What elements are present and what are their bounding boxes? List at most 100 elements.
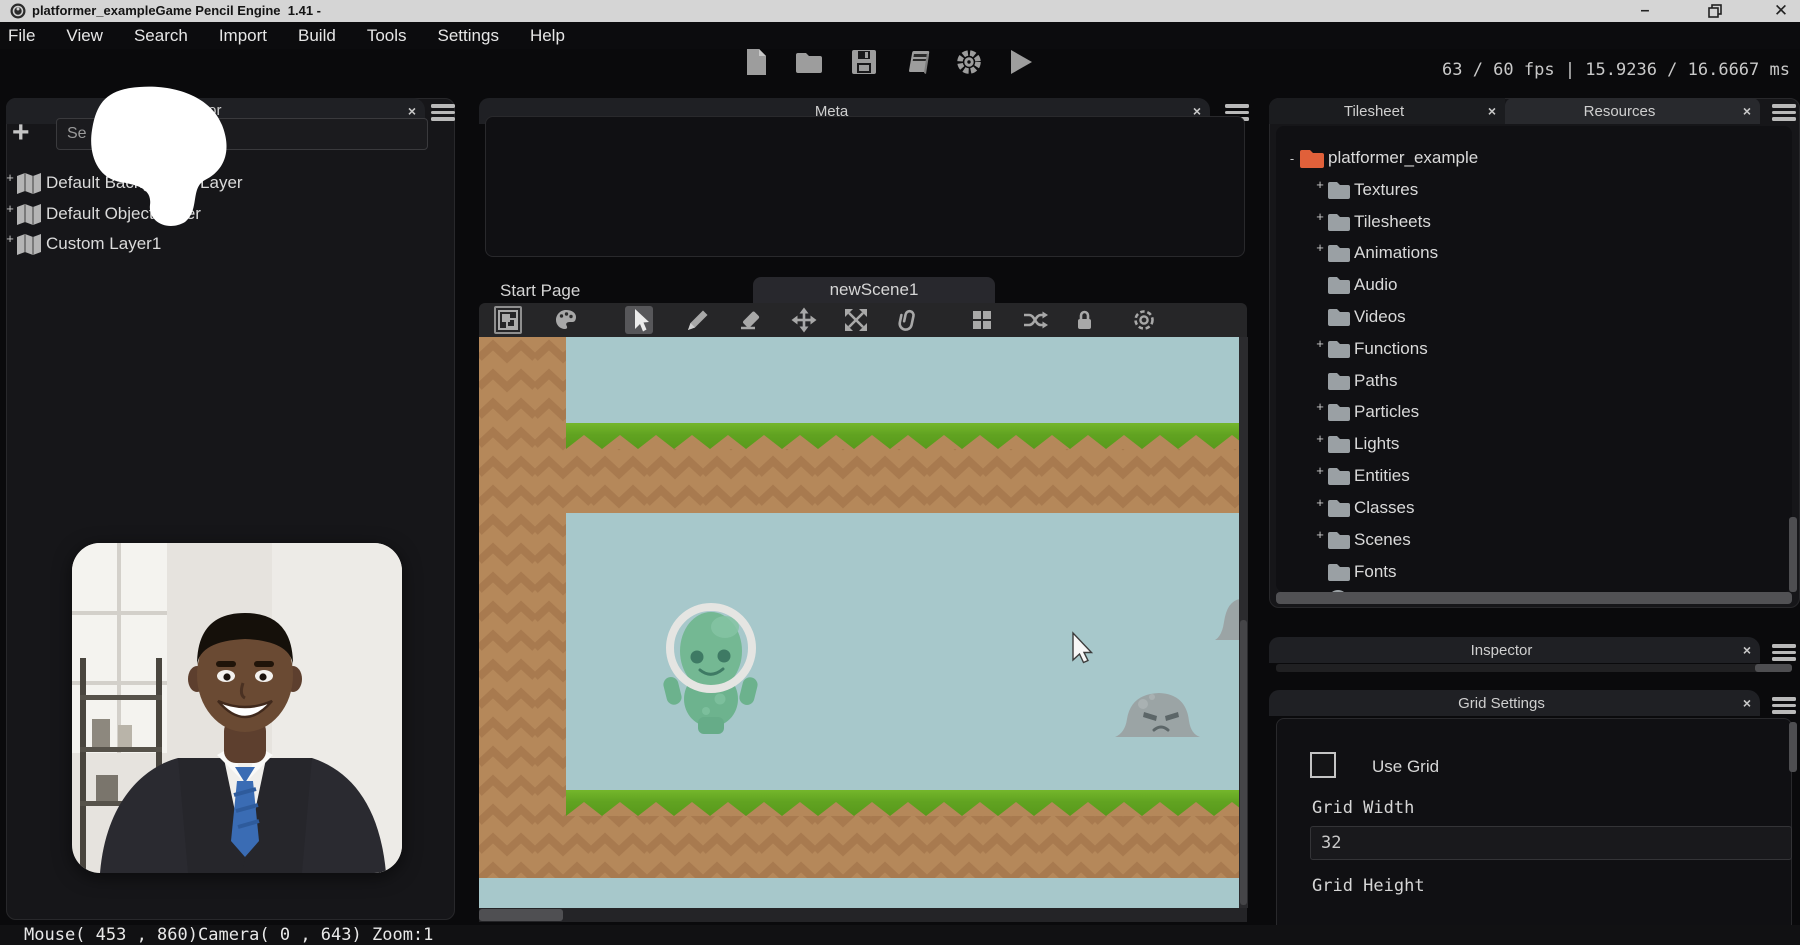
scene-canvas[interactable]	[479, 337, 1240, 908]
webcam-overlay	[72, 543, 402, 873]
expand-icon[interactable]: +	[4, 201, 16, 216]
scene-canvas-icon	[497, 309, 519, 331]
menu-settings[interactable]: Settings	[438, 26, 499, 46]
resources-hscrollbar[interactable]	[1276, 592, 1792, 604]
tree-item[interactable]: + Functions	[1314, 336, 1428, 362]
expand-icon[interactable]: +	[4, 170, 16, 185]
grid-vscrollbar-thumb[interactable]	[1789, 722, 1797, 772]
tiles-tool[interactable]	[968, 306, 996, 334]
tree-item[interactable]: Paths	[1314, 368, 1397, 394]
gear-outline-icon	[1131, 307, 1157, 333]
scene-canvas-tool[interactable]	[494, 306, 522, 334]
use-grid-checkbox[interactable]	[1310, 752, 1336, 778]
resources-vscrollbar-thumb[interactable]	[1789, 517, 1797, 592]
resources-menu-icon[interactable]	[1772, 101, 1796, 124]
tab-newscene1[interactable]: newScene1	[753, 277, 995, 303]
layer-editor-close-icon[interactable]: ×	[399, 103, 425, 119]
play-icon	[1008, 48, 1034, 76]
cursor-icon	[626, 307, 652, 333]
close-icon: ✕	[1774, 1, 1788, 21]
tree-item[interactable]: + Particles	[1314, 399, 1419, 425]
meta-text-area[interactable]	[485, 116, 1245, 257]
tab-start-page[interactable]: Start Page	[500, 281, 580, 301]
gear-icon	[955, 48, 983, 76]
grid-settings-menu-icon[interactable]	[1772, 694, 1796, 717]
new-file-icon	[742, 47, 770, 77]
tab-tilesheet[interactable]: Tilesheet ×	[1269, 98, 1505, 124]
move-tool[interactable]	[790, 306, 818, 334]
resources-close-icon[interactable]: ×	[1734, 103, 1760, 119]
tree-item[interactable]: + Lights	[1314, 431, 1399, 457]
canvas-hscrollbar-thumb[interactable]	[479, 909, 563, 921]
menu-import[interactable]: Import	[219, 26, 267, 46]
folder-icon	[1326, 561, 1352, 583]
canvas-hscrollbar[interactable]	[479, 908, 1247, 922]
folder-icon	[1326, 433, 1352, 455]
menu-file[interactable]: File	[8, 26, 35, 46]
app-window: platformer_exampleGame Pencil Engine 1.4…	[0, 0, 1800, 945]
pencil-tool[interactable]	[684, 306, 712, 334]
tree-item[interactable]: Audio	[1314, 272, 1397, 298]
expand-icon[interactable]: +	[4, 231, 16, 246]
inspector-hscrollbar-thumb[interactable]	[1755, 664, 1792, 672]
grid-settings-close-icon[interactable]: ×	[1734, 695, 1760, 711]
open-folder-button[interactable]	[793, 46, 825, 78]
grid-height-label: Grid Height	[1312, 876, 1425, 896]
attach-tool[interactable]	[894, 306, 922, 334]
shuffle-icon	[1021, 307, 1048, 333]
lock-tool[interactable]	[1070, 306, 1098, 334]
shuffle-tool[interactable]	[1020, 306, 1048, 334]
project-folder-icon	[1298, 146, 1326, 170]
docs-book-icon	[901, 48, 931, 76]
run-play-button[interactable]	[1005, 46, 1037, 78]
resize-tool[interactable]	[842, 306, 870, 334]
tree-item[interactable]: + Tilesheets	[1314, 209, 1431, 235]
inspector-close-icon[interactable]: ×	[1734, 642, 1760, 658]
tree-item[interactable]: Videos	[1314, 304, 1406, 330]
menu-build[interactable]: Build	[298, 26, 336, 46]
inspector-hscrollbar[interactable]	[1276, 664, 1792, 672]
menu-help[interactable]: Help	[530, 26, 565, 46]
new-file-button[interactable]	[740, 46, 772, 78]
tab-resources[interactable]: Resources ×	[1505, 98, 1760, 124]
add-layer-button[interactable]: +	[12, 118, 30, 148]
grid-width-input[interactable]	[1310, 826, 1792, 860]
tilesheet-close-icon[interactable]: ×	[1479, 103, 1505, 119]
tree-item-project[interactable]: - platformer_example	[1286, 145, 1478, 171]
tree-item[interactable]: + Scenes	[1314, 527, 1411, 553]
save-icon	[850, 48, 878, 76]
eraser-icon	[737, 307, 763, 333]
tree-item[interactable]: + Textures	[1314, 177, 1418, 203]
inspector-menu-icon[interactable]	[1772, 641, 1796, 664]
palette-tool[interactable]	[552, 306, 580, 334]
tiles-icon	[969, 307, 995, 333]
close-window-button[interactable]: ✕	[1766, 2, 1796, 20]
menu-tools[interactable]: Tools	[367, 26, 407, 46]
menu-view[interactable]: View	[66, 26, 103, 46]
dirt-top	[479, 449, 1240, 513]
scene-settings-tool[interactable]	[1130, 306, 1158, 334]
folder-icon	[1326, 465, 1352, 487]
restore-button[interactable]	[1700, 2, 1730, 20]
select-cursor-tool[interactable]	[625, 306, 653, 334]
tree-item[interactable]: Fonts	[1314, 559, 1397, 585]
inspector-tab[interactable]: Inspector ×	[1269, 637, 1760, 663]
minimize-button[interactable]: –	[1630, 2, 1660, 20]
tree-item[interactable]: + Animations	[1314, 240, 1438, 266]
inspector-title: Inspector	[1269, 642, 1734, 659]
eraser-tool[interactable]	[736, 306, 764, 334]
restore-icon	[1708, 4, 1722, 18]
docs-book-button[interactable]	[900, 46, 932, 78]
layer-editor-menu-icon[interactable]	[431, 101, 455, 124]
folder-icon	[1326, 497, 1352, 519]
resize-icon	[843, 307, 869, 333]
save-button[interactable]	[848, 46, 880, 78]
folder-icon	[1326, 370, 1352, 392]
grid-settings-tab[interactable]: Grid Settings ×	[1269, 690, 1760, 716]
canvas-vscrollbar-thumb[interactable]	[1240, 620, 1247, 905]
engine-settings-button[interactable]	[953, 46, 985, 78]
tree-item[interactable]: + Entities	[1314, 463, 1410, 489]
menu-search[interactable]: Search	[134, 26, 188, 46]
grid-width-label: Grid Width	[1312, 798, 1414, 818]
tree-item[interactable]: + Classes	[1314, 495, 1414, 521]
